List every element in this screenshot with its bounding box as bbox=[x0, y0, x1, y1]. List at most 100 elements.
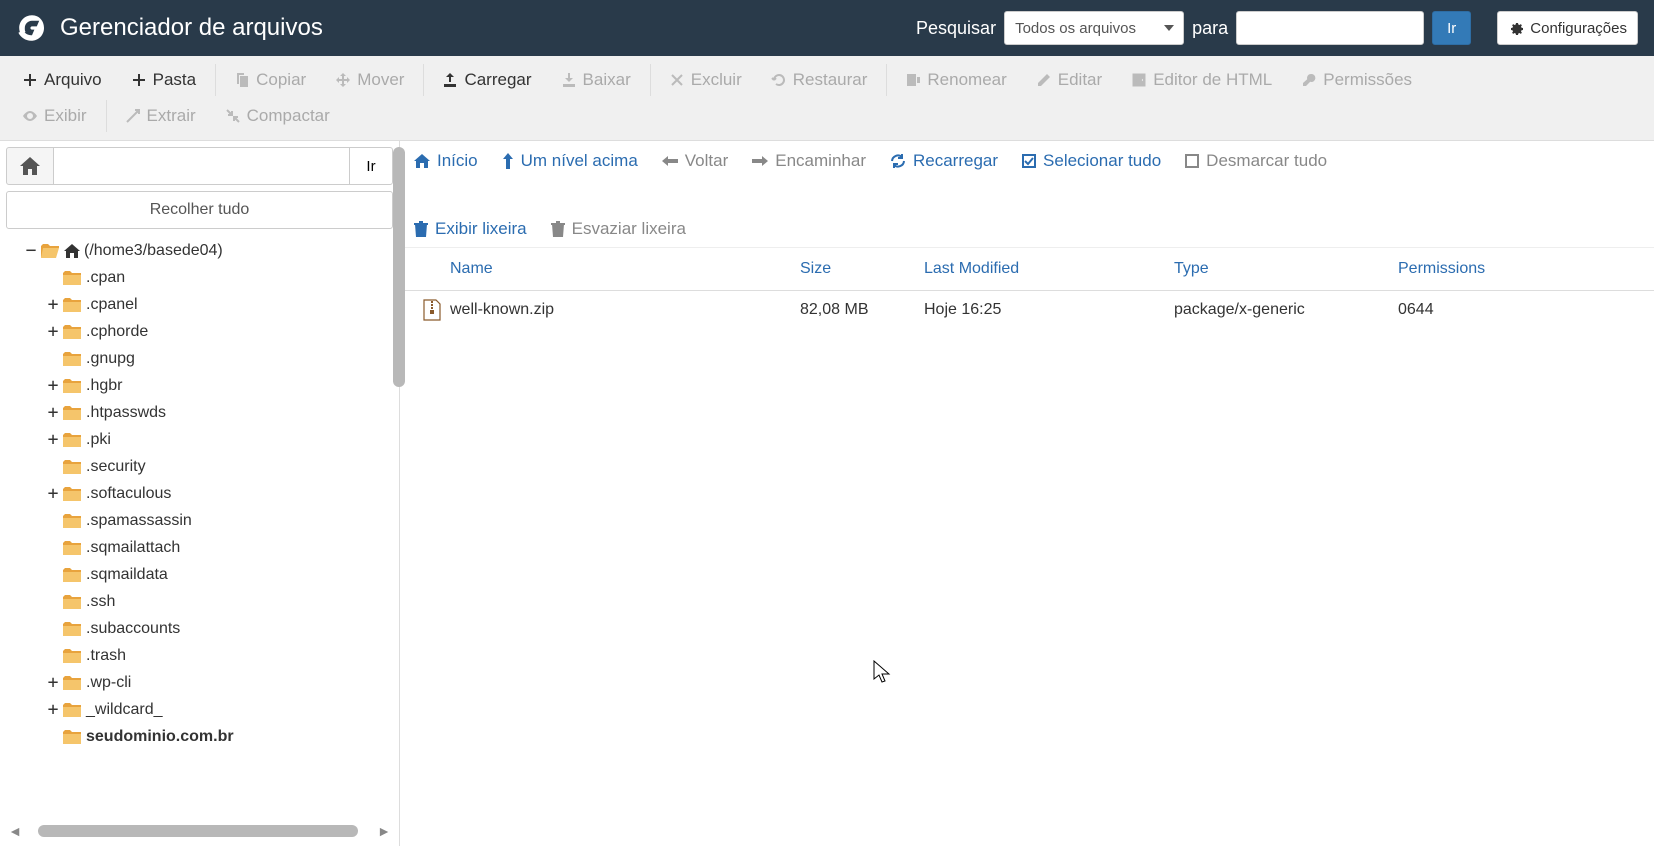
col-permissions[interactable]: Permissions bbox=[1398, 260, 1654, 278]
folder-icon bbox=[63, 541, 81, 555]
search-input[interactable] bbox=[1236, 11, 1424, 45]
tree-item-label: .cphorde bbox=[86, 323, 148, 341]
logo-group: Gerenciador de arquivos bbox=[16, 12, 323, 44]
up-level-action[interactable]: Um nível acima bbox=[502, 151, 638, 171]
back-action[interactable]: Voltar bbox=[662, 151, 728, 171]
path-go-button[interactable]: Ir bbox=[349, 147, 393, 185]
delete-button[interactable]: Excluir bbox=[655, 62, 757, 98]
tree-item[interactable]: .subaccounts bbox=[6, 615, 393, 642]
restore-icon bbox=[771, 72, 787, 88]
file-size: 82,08 MB bbox=[800, 301, 924, 319]
download-icon bbox=[561, 72, 577, 88]
tree-root[interactable]: − (/home3/basede04) bbox=[6, 237, 393, 264]
file-panel: Início Um nível acima Voltar Encaminhar … bbox=[400, 141, 1654, 846]
expand-icon[interactable]: + bbox=[46, 431, 60, 449]
tree-item[interactable]: +_wildcard_ bbox=[6, 696, 393, 723]
tree-item[interactable]: .sqmailattach bbox=[6, 534, 393, 561]
folder-icon bbox=[63, 595, 81, 609]
collapse-all-button[interactable]: Recolher tudo bbox=[6, 191, 393, 229]
permissions-button[interactable]: Permissões bbox=[1287, 62, 1427, 98]
sidebar-scrollbar[interactable] bbox=[391, 147, 405, 387]
edit-button[interactable]: Editar bbox=[1022, 62, 1117, 98]
tree-item[interactable]: .gnupg bbox=[6, 345, 393, 372]
expand-icon[interactable]: + bbox=[46, 485, 60, 503]
tree-item-label: .sqmaildata bbox=[86, 566, 168, 584]
tree-item[interactable]: .cpan bbox=[6, 264, 393, 291]
expand-icon[interactable]: + bbox=[46, 404, 60, 422]
path-bar: Ir bbox=[6, 147, 393, 185]
tree-item[interactable]: + .wp-cli bbox=[6, 669, 393, 696]
expand-icon[interactable]: + bbox=[46, 701, 60, 719]
home-icon bbox=[414, 154, 430, 168]
settings-button[interactable]: Configurações bbox=[1497, 11, 1638, 45]
empty-trash-action[interactable]: Esvaziar lixeira bbox=[551, 219, 686, 239]
tree-item[interactable]: +.htpasswds bbox=[6, 399, 393, 426]
action-bar: Início Um nível acima Voltar Encaminhar … bbox=[400, 141, 1654, 248]
view-button[interactable]: Exibir bbox=[8, 98, 102, 134]
home-icon bbox=[64, 244, 80, 258]
tree-item-label: .wp-cli bbox=[86, 674, 131, 692]
expand-icon[interactable]: + bbox=[46, 323, 60, 341]
tree-item[interactable]: + .cphorde bbox=[6, 318, 393, 345]
sidebar-hscrollbar[interactable]: ◄ ► bbox=[6, 822, 393, 840]
expand-icon[interactable]: + bbox=[46, 674, 60, 692]
scroll-left-icon[interactable]: ◄ bbox=[6, 823, 24, 839]
expand-icon[interactable]: + bbox=[46, 296, 60, 314]
path-input[interactable] bbox=[54, 147, 349, 185]
unselect-all-action[interactable]: Desmarcar tudo bbox=[1185, 151, 1327, 171]
home-action[interactable]: Início bbox=[414, 151, 478, 171]
search-go-button[interactable]: Ir bbox=[1432, 11, 1471, 45]
select-all-action[interactable]: Selecionar tudo bbox=[1022, 151, 1161, 171]
tree-item[interactable]: .ssh bbox=[6, 588, 393, 615]
file-button[interactable]: Arquivo bbox=[8, 62, 117, 98]
tree-item[interactable]: .security bbox=[6, 453, 393, 480]
tree-item-label: .pki bbox=[86, 431, 111, 449]
file-list: well-known.zip82,08 MBHoje 16:25package/… bbox=[400, 291, 1654, 846]
tree-item[interactable]: .sqmaildata bbox=[6, 561, 393, 588]
col-name[interactable]: Name bbox=[450, 260, 800, 278]
compress-button[interactable]: Compactar bbox=[211, 98, 345, 134]
tree-item[interactable]: +.cpanel bbox=[6, 291, 393, 318]
folder-icon bbox=[63, 568, 81, 582]
collapse-icon[interactable]: − bbox=[24, 242, 38, 260]
tree-item[interactable]: .trash bbox=[6, 642, 393, 669]
download-button[interactable]: Baixar bbox=[547, 62, 646, 98]
forward-action[interactable]: Encaminhar bbox=[752, 151, 866, 171]
expand-icon[interactable]: + bbox=[46, 377, 60, 395]
upload-icon bbox=[442, 72, 458, 88]
rename-button[interactable]: Renomear bbox=[891, 62, 1021, 98]
col-type[interactable]: Type bbox=[1174, 260, 1398, 278]
col-modified[interactable]: Last Modified bbox=[924, 260, 1174, 278]
tree-item-label: .hgbr bbox=[86, 377, 122, 395]
view-trash-action[interactable]: Exibir lixeira bbox=[414, 219, 527, 239]
tree-root-label: (/home3/basede04) bbox=[84, 242, 223, 260]
extract-icon bbox=[125, 108, 141, 124]
tree-item[interactable]: +.softaculous bbox=[6, 480, 393, 507]
html-icon bbox=[1131, 72, 1147, 88]
folder-button[interactable]: Pasta bbox=[117, 62, 211, 98]
scroll-right-icon[interactable]: ► bbox=[375, 823, 393, 839]
tree-item-label: .cpan bbox=[86, 269, 125, 287]
file-permissions: 0644 bbox=[1398, 301, 1654, 319]
col-size[interactable]: Size bbox=[800, 260, 924, 278]
reload-action[interactable]: Recarregar bbox=[890, 151, 998, 171]
tree-item[interactable]: + .hgbr bbox=[6, 372, 393, 399]
tree-item[interactable]: + .pki bbox=[6, 426, 393, 453]
home-button[interactable] bbox=[6, 147, 54, 185]
home-icon bbox=[20, 157, 40, 175]
trash-icon bbox=[414, 221, 428, 237]
file-row[interactable]: well-known.zip82,08 MBHoje 16:25package/… bbox=[400, 291, 1654, 329]
move-button[interactable]: Mover bbox=[321, 62, 419, 98]
tree-item-label: .sqmailattach bbox=[86, 539, 180, 557]
tree-item[interactable]: .spamassassin bbox=[6, 507, 393, 534]
upload-button[interactable]: Carregar bbox=[428, 62, 546, 98]
html-editor-button[interactable]: Editor de HTML bbox=[1117, 62, 1287, 98]
tree-item[interactable]: seudominio.com.br bbox=[6, 723, 393, 750]
restore-button[interactable]: Restaurar bbox=[757, 62, 883, 98]
search-scope-select[interactable]: Todos os arquivos bbox=[1004, 11, 1184, 45]
copy-button[interactable]: Copiar bbox=[220, 62, 321, 98]
extract-button[interactable]: Extrair bbox=[111, 98, 211, 134]
tree-item-label: .spamassassin bbox=[86, 512, 192, 530]
folder-tree: − (/home3/basede04) .cpan+.cpanel+.cphor… bbox=[6, 237, 393, 818]
plus-icon bbox=[131, 72, 147, 88]
